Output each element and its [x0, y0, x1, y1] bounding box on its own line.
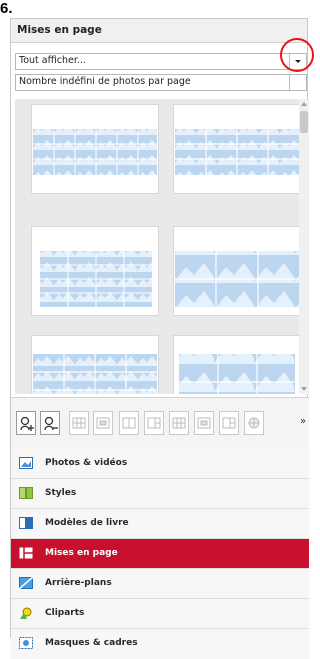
masks-frames-icon	[19, 637, 33, 649]
category-book-templates[interactable]: Modèles de livre	[11, 509, 309, 539]
layout-preview	[175, 129, 299, 175]
category-label: Modèles de livre	[45, 518, 129, 528]
layout-preview	[33, 354, 157, 394]
layout-preview	[175, 251, 299, 307]
layout-filter-button[interactable]	[69, 411, 89, 435]
category-label: Styles	[45, 488, 77, 498]
layout-grid-icon	[147, 417, 161, 429]
layout-filter-button[interactable]	[219, 411, 239, 435]
zoom-out-button[interactable]	[40, 411, 60, 435]
layout-filter-button[interactable]	[169, 411, 189, 435]
layout-thumbnail[interactable]	[31, 335, 159, 394]
layout-filter-button[interactable]	[144, 411, 164, 435]
filter-value: Tout afficher...	[19, 55, 86, 66]
layout-grid-icon	[222, 417, 236, 429]
layout-grid-icon	[96, 417, 110, 429]
step-number: 6.	[0, 0, 13, 17]
layout-preview	[40, 251, 152, 307]
layout-grid-icon	[197, 417, 211, 429]
layout-thumbnail[interactable]	[31, 226, 159, 316]
zoom-in-button[interactable]	[16, 411, 36, 435]
globe-icon	[248, 417, 260, 429]
layout-filter-button[interactable]	[119, 411, 139, 435]
photos-per-page-dropdown-button[interactable]	[289, 75, 306, 90]
layout-thumbnail[interactable]	[173, 104, 301, 194]
layouts-panel: Mises en page Tout afficher... Nombre in…	[10, 18, 309, 659]
person-zoom-in-icon	[20, 416, 34, 431]
layout-thumbnail[interactable]	[173, 335, 301, 394]
category-cliparts[interactable]: Cliparts	[11, 599, 309, 629]
layout-thumbnails-grid	[15, 99, 309, 394]
background-icon	[19, 577, 33, 589]
book-template-icon	[19, 517, 33, 529]
category-label: Masques & cadres	[45, 638, 138, 648]
category-styles[interactable]: Styles	[11, 479, 309, 509]
photos-per-page-value: Nombre indéfini de photos par page	[19, 76, 191, 87]
vertical-scrollbar[interactable]	[299, 99, 309, 394]
category-photos-videos[interactable]: Photos & vidéos	[11, 449, 309, 479]
category-label: Cliparts	[45, 608, 85, 618]
category-masks-frames[interactable]: Masques & cadres	[11, 629, 309, 659]
filter-dropdown[interactable]: Tout afficher...	[15, 53, 307, 70]
scroll-up-icon[interactable]	[301, 102, 307, 106]
styles-icon	[19, 487, 33, 499]
layout-toolbar: »	[11, 397, 309, 451]
scroll-down-icon[interactable]	[301, 387, 307, 391]
category-label: Arrière-plans	[45, 578, 112, 588]
more-tools-button[interactable]: »	[300, 416, 306, 427]
layout-filter-button[interactable]	[194, 411, 214, 435]
layout-grid-icon	[172, 417, 186, 429]
category-label: Mises en page	[45, 548, 118, 558]
scrollbar-thumb[interactable]	[300, 111, 308, 133]
layout-grid-icon	[122, 417, 136, 429]
layout-grid-icon	[72, 417, 86, 429]
highlight-circle	[280, 38, 314, 72]
layout-icon	[19, 547, 33, 559]
layout-filter-button[interactable]	[244, 411, 264, 435]
photo-icon	[19, 457, 33, 469]
layout-filter-button[interactable]	[93, 411, 113, 435]
layout-thumbnail[interactable]	[173, 226, 301, 316]
layout-thumbnail[interactable]	[31, 104, 159, 194]
category-layouts[interactable]: Mises en page	[11, 539, 309, 569]
person-zoom-out-icon	[44, 416, 58, 431]
category-label: Photos & vidéos	[45, 458, 128, 468]
clipart-icon	[20, 607, 32, 619]
layout-preview	[33, 129, 157, 175]
panel-title: Mises en page	[11, 19, 307, 43]
category-backgrounds[interactable]: Arrière-plans	[11, 569, 309, 599]
layout-preview	[179, 354, 295, 394]
photos-per-page-dropdown[interactable]: Nombre indéfini de photos par page	[15, 74, 307, 91]
